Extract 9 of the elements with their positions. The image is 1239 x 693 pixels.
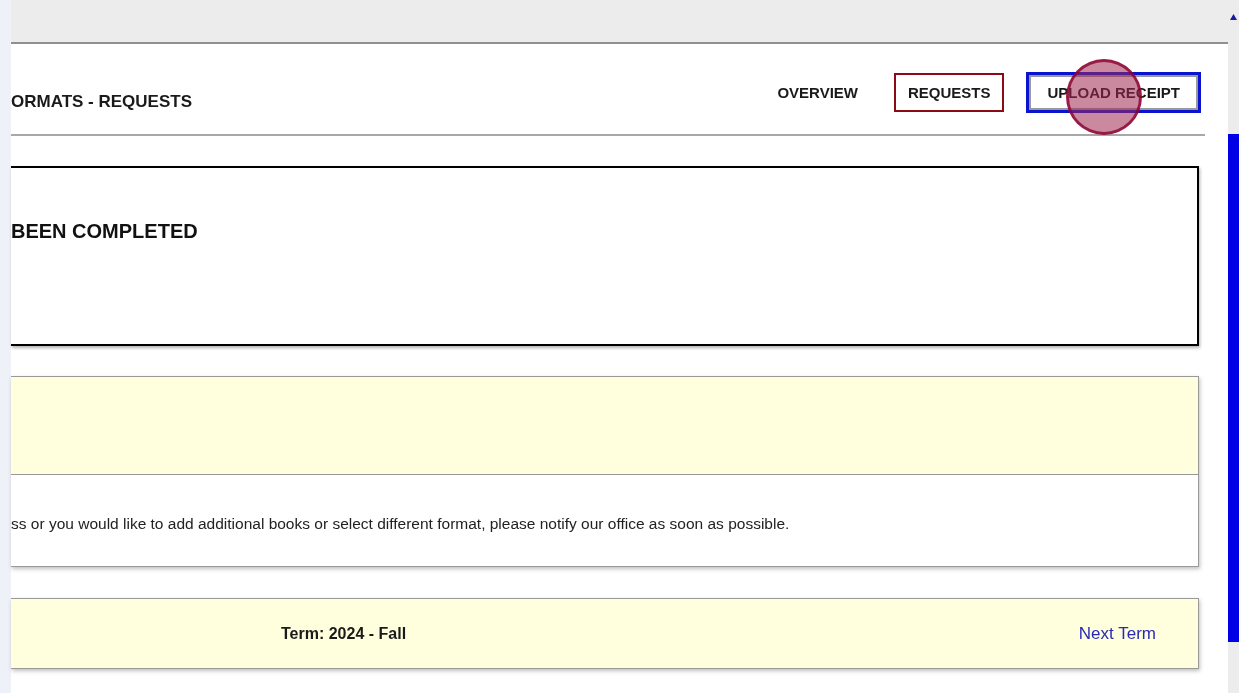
notice-text: ss or you would like to add additional books or select different format, please notify our office as soon as possible. bbox=[11, 514, 790, 533]
scroll-up-icon[interactable] bbox=[1230, 14, 1237, 20]
status-heading: BEEN COMPLETED bbox=[11, 220, 198, 243]
scrollbar[interactable] bbox=[1228, 0, 1239, 693]
next-term-link[interactable]: Next Term bbox=[1078, 623, 1156, 644]
scrollbar-thumb[interactable] bbox=[1228, 134, 1239, 642]
page-title: ORMATS - REQUESTS bbox=[11, 92, 193, 112]
term-label: Term: 2024 - Fall bbox=[281, 624, 407, 643]
nav-tab[interactable]: REQUESTS bbox=[893, 72, 1005, 112]
